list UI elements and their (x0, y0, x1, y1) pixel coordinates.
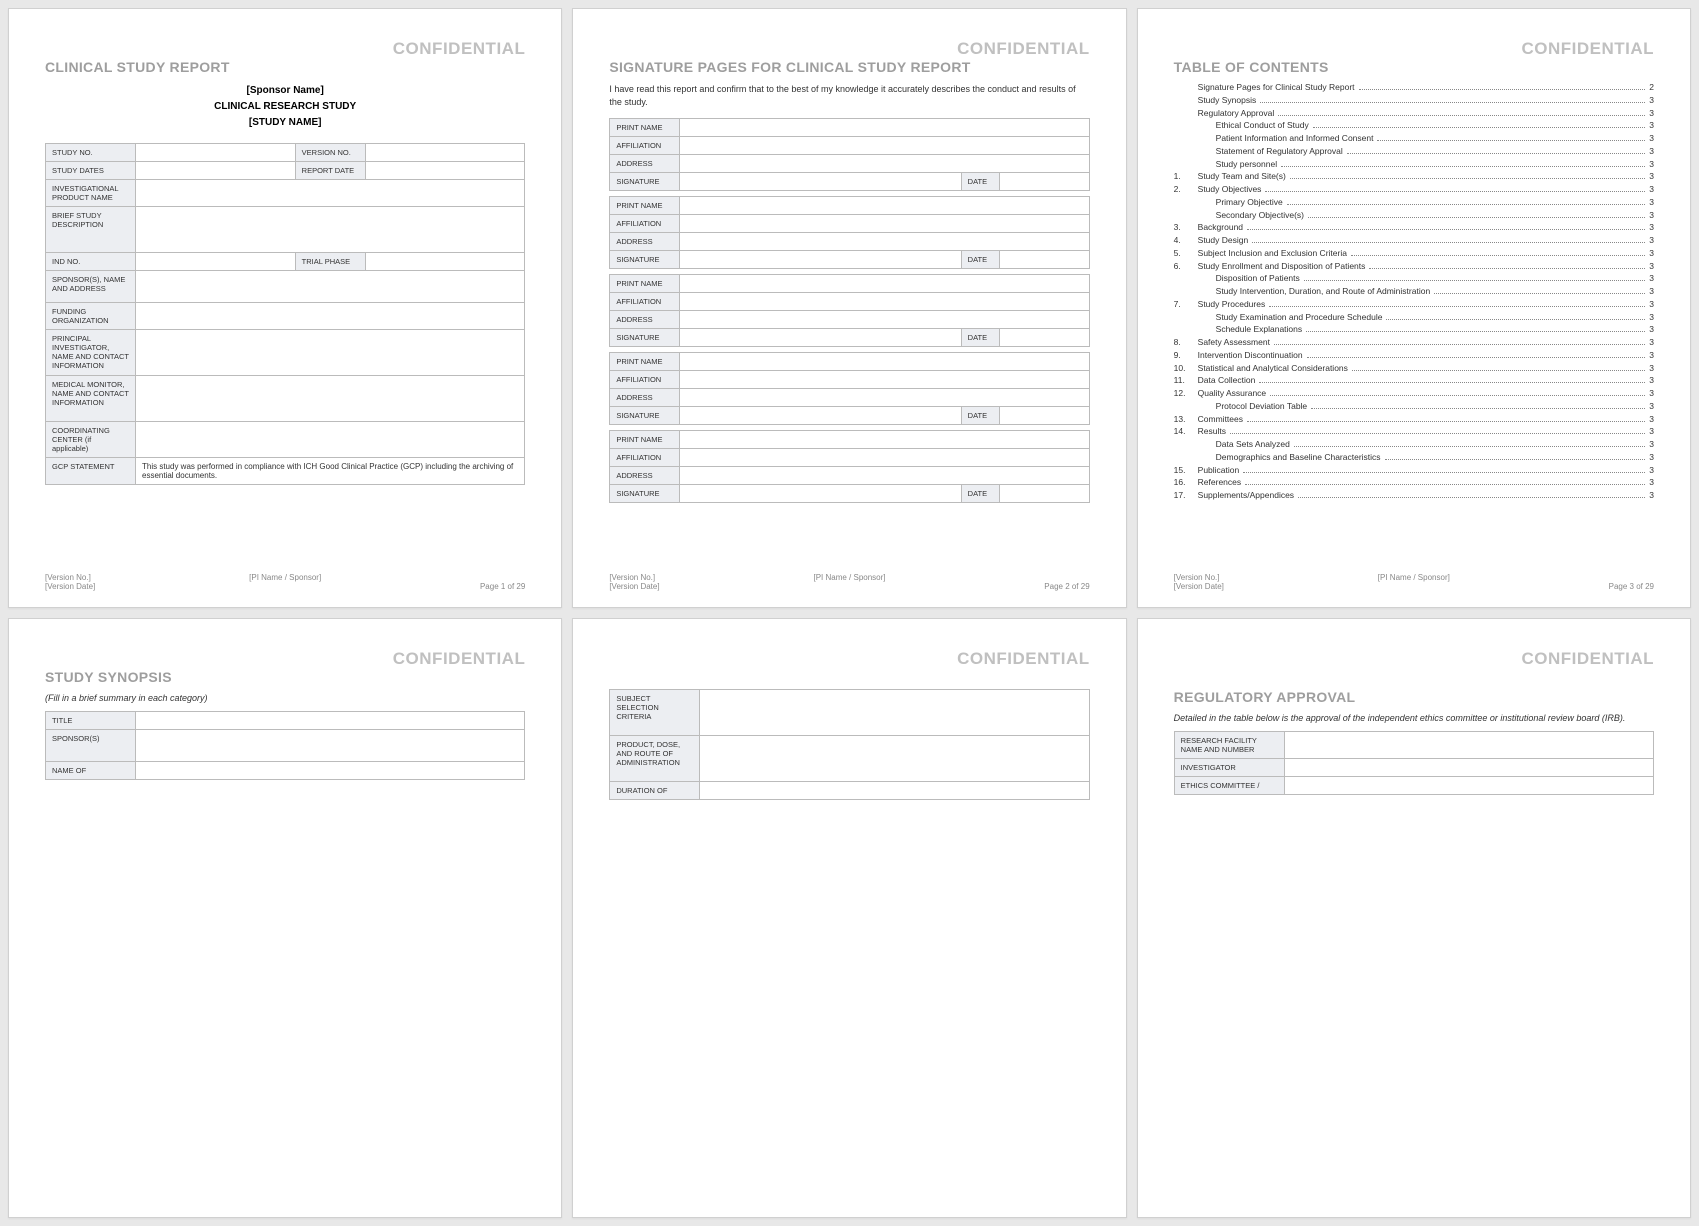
toc-entry: 4.Study Design3 (1174, 234, 1654, 247)
document-page-3: CONFIDENTIAL TABLE OF CONTENTS Signature… (1137, 8, 1691, 608)
table-row: IND NO.TRIAL PHASE (46, 253, 525, 271)
sponsor-name: [Sponsor Name] (45, 83, 525, 99)
signature-block: PRINT NAME AFFILIATION ADDRESS SIGNATURE… (609, 274, 1089, 347)
table-row: STUDY DATESREPORT DATE (46, 162, 525, 180)
toc-entry: 17.Supplements/Appendices3 (1174, 489, 1654, 502)
toc-entry: Regulatory Approval3 (1174, 107, 1654, 120)
table-row: STUDY NO.VERSION NO. (46, 144, 525, 162)
table-row: SPONSOR(S), NAME AND ADDRESS (46, 271, 525, 303)
toc-entry: 13.Committees3 (1174, 413, 1654, 426)
study-header: [Sponsor Name] CLINICAL RESEARCH STUDY [… (45, 83, 525, 131)
table-row: NAME OF (46, 762, 525, 780)
page-title: CLINICAL STUDY REPORT (45, 59, 525, 75)
toc-entry: Ethical Conduct of Study3 (1174, 119, 1654, 132)
table-row: SPONSOR(S) (46, 730, 525, 762)
page-number: Page 3 of 29 (1534, 582, 1654, 591)
table-row: FUNDING ORGANIZATION (46, 303, 525, 330)
signature-intro: I have read this report and confirm that… (609, 83, 1089, 108)
signature-block: PRINT NAME AFFILIATION ADDRESS SIGNATURE… (609, 430, 1089, 503)
toc-entry: 3.Background3 (1174, 221, 1654, 234)
page-number: Page 1 of 29 (405, 582, 525, 591)
confidential-watermark: CONFIDENTIAL (1521, 649, 1654, 669)
signature-block: PRINT NAME AFFILIATION ADDRESS SIGNATURE… (609, 196, 1089, 269)
toc-entry: 12.Quality Assurance3 (1174, 387, 1654, 400)
table-of-contents: Signature Pages for Clinical Study Repor… (1174, 81, 1654, 502)
document-page-1: CONFIDENTIAL CLINICAL STUDY REPORT [Spon… (8, 8, 562, 608)
toc-entry: Study Examination and Procedure Schedule… (1174, 311, 1654, 324)
toc-entry: Study personnel3 (1174, 158, 1654, 171)
page-title: TABLE OF CONTENTS (1174, 59, 1654, 75)
regulatory-table: RESEARCH FACILITY NAME AND NUMBER INVEST… (1174, 731, 1654, 795)
toc-entry: 7.Study Procedures3 (1174, 298, 1654, 311)
toc-entry: 1.Study Team and Site(s)3 (1174, 170, 1654, 183)
toc-entry: 11.Data Collection3 (1174, 374, 1654, 387)
study-info-table: STUDY NO.VERSION NO. STUDY DATESREPORT D… (45, 143, 525, 485)
table-row: TITLE (46, 712, 525, 730)
table-row: BRIEF STUDY DESCRIPTION (46, 207, 525, 253)
table-row: DURATION OF (610, 782, 1089, 800)
toc-entry: Protocol Deviation Table3 (1174, 400, 1654, 413)
signature-blocks: PRINT NAME AFFILIATION ADDRESS SIGNATURE… (609, 118, 1089, 503)
table-row: GCP STATEMENTThis study was performed in… (46, 458, 525, 485)
study-label: CLINICAL RESEARCH STUDY (45, 99, 525, 115)
toc-entry: Study Intervention, Duration, and Route … (1174, 285, 1654, 298)
toc-entry: 9.Intervention Discontinuation3 (1174, 349, 1654, 362)
toc-entry: Signature Pages for Clinical Study Repor… (1174, 81, 1654, 94)
document-thumbnail-grid: CONFIDENTIAL CLINICAL STUDY REPORT [Spon… (8, 8, 1691, 1218)
document-page-4: CONFIDENTIAL STUDY SYNOPSIS (Fill in a b… (8, 618, 562, 1218)
confidential-watermark: CONFIDENTIAL (957, 649, 1090, 669)
table-row: SUBJECT SELECTION CRITERIA (610, 690, 1089, 736)
toc-entry: Demographics and Baseline Characteristic… (1174, 451, 1654, 464)
confidential-watermark: CONFIDENTIAL (957, 39, 1090, 59)
table-row: MEDICAL MONITOR, NAME AND CONTACT INFORM… (46, 376, 525, 422)
document-page-2: CONFIDENTIAL SIGNATURE PAGES FOR CLINICA… (572, 8, 1126, 608)
page-title: STUDY SYNOPSIS (45, 669, 525, 685)
signature-block: PRINT NAME AFFILIATION ADDRESS SIGNATURE… (609, 352, 1089, 425)
confidential-watermark: CONFIDENTIAL (1521, 39, 1654, 59)
toc-entry: 16.References3 (1174, 476, 1654, 489)
toc-entry: 6.Study Enrollment and Disposition of Pa… (1174, 260, 1654, 273)
toc-entry: 5.Subject Inclusion and Exclusion Criter… (1174, 247, 1654, 260)
synopsis-table: TITLE SPONSOR(S) NAME OF (45, 711, 525, 780)
synopsis-continued-table: SUBJECT SELECTION CRITERIA PRODUCT, DOSE… (609, 689, 1089, 800)
page-title: SIGNATURE PAGES FOR CLINICAL STUDY REPOR… (609, 59, 1089, 75)
toc-entry: 8.Safety Assessment3 (1174, 336, 1654, 349)
table-row: PRODUCT, DOSE, AND ROUTE OF ADMINISTRATI… (610, 736, 1089, 782)
toc-entry: 14.Results3 (1174, 425, 1654, 438)
toc-entry: Secondary Objective(s)3 (1174, 209, 1654, 222)
toc-entry: Schedule Explanations3 (1174, 323, 1654, 336)
table-row: ETHICS COMMITTEE / (1174, 777, 1653, 795)
signature-block: PRINT NAME AFFILIATION ADDRESS SIGNATURE… (609, 118, 1089, 191)
page-title: REGULATORY APPROVAL (1174, 689, 1654, 705)
page-number: Page 2 of 29 (970, 582, 1090, 591)
synopsis-note: (Fill in a brief summary in each categor… (45, 693, 525, 703)
toc-entry: Data Sets Analyzed3 (1174, 438, 1654, 451)
toc-entry: Patient Information and Informed Consent… (1174, 132, 1654, 145)
toc-entry: Primary Objective3 (1174, 196, 1654, 209)
regulatory-note: Detailed in the table below is the appro… (1174, 713, 1654, 723)
table-row: PRINCIPAL INVESTIGATOR, NAME AND CONTACT… (46, 330, 525, 376)
confidential-watermark: CONFIDENTIAL (393, 649, 526, 669)
toc-entry: 2.Study Objectives3 (1174, 183, 1654, 196)
toc-entry: 15.Publication3 (1174, 464, 1654, 477)
table-row: RESEARCH FACILITY NAME AND NUMBER (1174, 732, 1653, 759)
table-row: COORDINATING CENTER (if applicable) (46, 422, 525, 458)
toc-entry: 10.Statistical and Analytical Considerat… (1174, 362, 1654, 375)
study-name: [STUDY NAME] (45, 115, 525, 131)
document-page-6: CONFIDENTIAL REGULATORY APPROVAL Detaile… (1137, 618, 1691, 1218)
gcp-statement-text: This study was performed in compliance w… (136, 458, 525, 485)
toc-entry: Disposition of Patients3 (1174, 272, 1654, 285)
toc-entry: Statement of Regulatory Approval3 (1174, 145, 1654, 158)
document-page-5: CONFIDENTIAL SUBJECT SELECTION CRITERIA … (572, 618, 1126, 1218)
confidential-watermark: CONFIDENTIAL (393, 39, 526, 59)
page-footer: [Version No.][PI Name / Sponsor] [Versio… (1174, 573, 1654, 591)
table-row: INVESTIGATOR (1174, 759, 1653, 777)
table-row: INVESTIGATIONAL PRODUCT NAME (46, 180, 525, 207)
page-footer: [Version No.][PI Name / Sponsor] [Versio… (609, 573, 1089, 591)
toc-entry: Study Synopsis3 (1174, 94, 1654, 107)
page-footer: [Version No.][PI Name / Sponsor] [Versio… (45, 573, 525, 591)
